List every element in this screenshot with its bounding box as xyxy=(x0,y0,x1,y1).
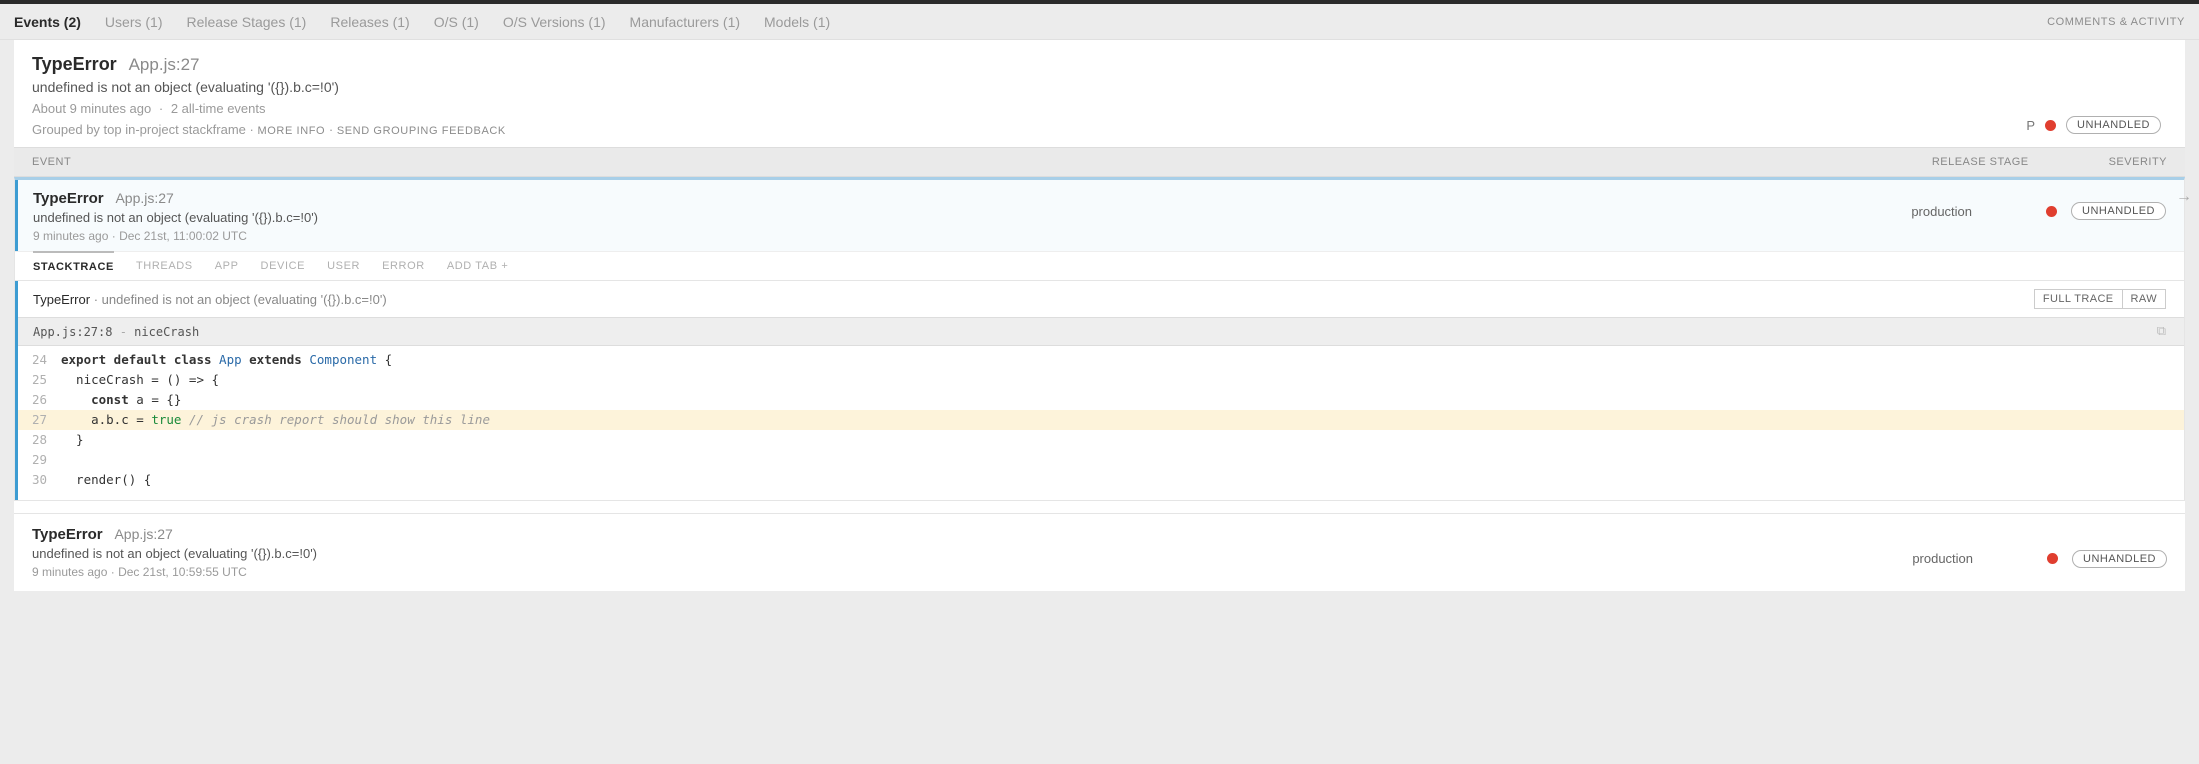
code-line: 27 a.b.c = true // js crash report shoul… xyxy=(15,410,2184,430)
comments-link[interactable]: COMMENTS & ACTIVITY xyxy=(2047,16,2199,28)
event-message: undefined is not an object (evaluating '… xyxy=(32,546,317,561)
col-event: EVENT xyxy=(32,156,71,168)
code-block: 24export default class App extends Compo… xyxy=(15,346,2184,500)
event-timestamp: Dec 21st, 11:00:02 UTC xyxy=(119,229,247,243)
error-count: 2 all-time events xyxy=(171,101,266,116)
nav-tab-4[interactable]: O/S (1) xyxy=(434,14,479,30)
event-tab-device[interactable]: DEVICE xyxy=(261,252,306,280)
code-line: 29 xyxy=(15,450,2184,470)
event-timestamp: Dec 21st, 10:59:55 UTC xyxy=(118,565,247,579)
trace-message: undefined is not an object (evaluating '… xyxy=(102,292,387,307)
event-location: App.js:27 xyxy=(115,190,173,206)
code-line: 28 } xyxy=(15,430,2184,450)
send-grouping-feedback-link[interactable]: SEND GROUPING FEEDBACK xyxy=(337,125,506,137)
full-trace-button[interactable]: FULL TRACE xyxy=(2034,289,2122,309)
event-message: undefined is not an object (evaluating '… xyxy=(33,210,318,225)
columns-header: EVENT RELEASE STAGE SEVERITY xyxy=(14,147,2185,177)
nav-bar: Events (2) Users (1) Release Stages (1) Rel… xyxy=(0,4,2199,40)
col-severity: SEVERITY xyxy=(2109,156,2167,168)
event-tab-stacktrace[interactable]: STACKTRACE xyxy=(33,251,114,281)
nav-tab-5[interactable]: O/S Versions (1) xyxy=(503,14,606,30)
error-header: TypeError App.js:27 undefined is not an … xyxy=(14,40,2185,147)
event-tab-user[interactable]: USER xyxy=(327,252,360,280)
code-line: 30 render() { xyxy=(15,470,2184,490)
nav-tab-2[interactable]: Release Stages (1) xyxy=(186,14,306,30)
trace-header: TypeError · undefined is not an object (… xyxy=(15,281,2184,317)
event-tab-add-tab-[interactable]: ADD TAB + xyxy=(447,252,509,280)
error-time: About 9 minutes ago xyxy=(32,101,151,116)
severity-dot-icon xyxy=(2045,120,2056,131)
nav-tab-3[interactable]: Releases (1) xyxy=(330,14,409,30)
nav-tab-7[interactable]: Models (1) xyxy=(764,14,830,30)
code-line: 26 const a = {} xyxy=(15,390,2184,410)
event-location: App.js:27 xyxy=(114,526,172,542)
error-location: App.js:27 xyxy=(129,55,200,74)
event-title: TypeError xyxy=(33,190,104,207)
frame-function: niceCrash xyxy=(134,325,199,339)
more-info-link[interactable]: MORE INFO xyxy=(257,125,325,137)
frame-file: App.js:27:8 xyxy=(33,325,112,339)
unhandled-pill: UNHANDLED xyxy=(2066,116,2161,134)
event-title: TypeError xyxy=(32,526,103,543)
external-link-icon[interactable]: ⧉ xyxy=(2157,324,2166,339)
event-stage: production xyxy=(1911,204,1972,219)
event-row[interactable]: TypeError App.js:27 undefined is not an … xyxy=(14,513,2185,591)
nav-tab-1[interactable]: Users (1) xyxy=(105,14,163,30)
arrow-right-icon[interactable]: → xyxy=(2176,188,2192,206)
event-tab-threads[interactable]: THREADS xyxy=(136,252,193,280)
severity-letter: P xyxy=(2026,118,2035,133)
event-stage: production xyxy=(1912,551,1973,566)
unhandled-pill: UNHANDLED xyxy=(2071,202,2166,220)
code-line: 24export default class App extends Compo… xyxy=(15,350,2184,370)
col-stage: RELEASE STAGE xyxy=(1932,156,2029,168)
event-time: 9 minutes ago xyxy=(33,229,108,243)
trace-type: TypeError xyxy=(33,292,90,307)
event-row[interactable]: → TypeError App.js:27 undefined is not a… xyxy=(14,177,2185,501)
event-tab-app[interactable]: APP xyxy=(215,252,239,280)
event-time: 9 minutes ago xyxy=(32,565,107,579)
frame-location: App.js:27:8 - niceCrash ⧉ xyxy=(15,317,2184,346)
nav-tab-6[interactable]: Manufacturers (1) xyxy=(630,14,740,30)
grouping-text: Grouped by top in-project stackframe xyxy=(32,122,246,137)
error-title: TypeError xyxy=(32,54,117,74)
severity-dot-icon xyxy=(2046,206,2057,217)
unhandled-pill: UNHANDLED xyxy=(2072,550,2167,568)
severity-dot-icon xyxy=(2047,553,2058,564)
code-line: 25 niceCrash = () => { xyxy=(15,370,2184,390)
event-tab-error[interactable]: ERROR xyxy=(382,252,425,280)
nav-tab-0[interactable]: Events (2) xyxy=(14,14,81,30)
error-message: undefined is not an object (evaluating '… xyxy=(32,79,2167,95)
raw-button[interactable]: RAW xyxy=(2122,289,2166,309)
